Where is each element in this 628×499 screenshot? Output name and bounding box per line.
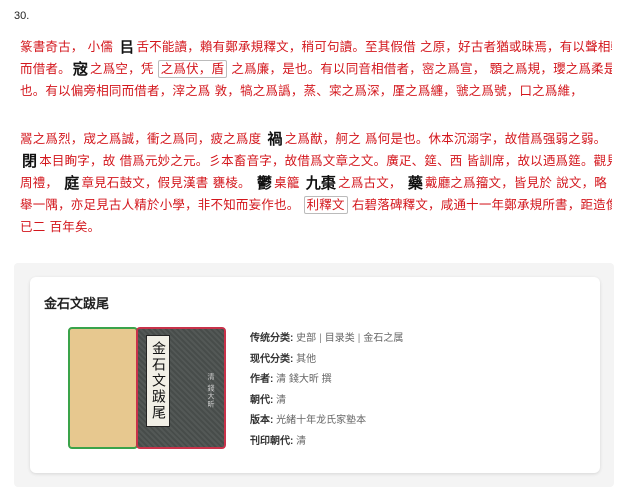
passage-line: 翯之爲烈，宬之爲誠，衝之爲同，疲之爲度 禍之爲猷，舸之 爲何是也。休本沉溺字，故…: [20, 128, 612, 150]
passage-line: 舉一隅，亦足見古人精於小學，非不知而妄作也。 利釋文 右碧落碑釋文，咸通十一年鄭…: [20, 194, 612, 216]
question-number: 30.: [14, 10, 30, 22]
text-run: 之爲廉，是也。有以同音相借者，宻之爲宣， 顋之爲規，瓔之爲柔是: [227, 61, 612, 76]
ancient-glyph: 閉: [22, 152, 38, 170]
passage-paragraph-1: 篆書奇古， 小儒 㠯舌不能讀，賴有鄭承規釋文，稍可句讀。至其假借 之原，好古者猶…: [20, 36, 612, 102]
meta-link[interactable]: 其他: [296, 354, 316, 365]
meta-row-dynasty: 朝代: 清: [250, 391, 403, 412]
passage-line: 篆書奇古， 小儒 㠯舌不能讀，賴有鄭承規釋文，稍可句讀。至其假借 之原，好古者猶…: [20, 36, 612, 58]
ancient-glyph: 庭: [64, 174, 80, 192]
cover-author-text: 清 錢大昕: [207, 373, 215, 409]
book-cover-front[interactable]: 金石文跋尾 清 錢大昕: [136, 327, 226, 449]
meta-key: 刊印朝代:: [250, 435, 294, 447]
meta-key: 朝代:: [250, 394, 274, 406]
ancient-glyph: 九棗: [305, 174, 337, 192]
meta-row-modern-category: 现代分类: 其他: [250, 350, 403, 371]
meta-value: 清: [276, 394, 287, 406]
passage-line: 已二 百年矣。: [20, 219, 101, 234]
meta-link[interactable]: 金石之属: [363, 333, 403, 344]
text-run: 桌籠: [274, 175, 304, 190]
meta-value: 光緒十年龙氏家塾本: [276, 415, 367, 426]
meta-key: 传统分类:: [250, 333, 294, 344]
passage-line: 也。有以偏旁相同而借者，滓之爲 敦，犒之爲譌，蒸、寀之爲深，厪之爲纏，虢之爲號，…: [20, 83, 583, 98]
meta-link[interactable]: 清 錢大昕 撰: [276, 374, 332, 385]
text-run: 章見石鼓文，假見漢書 甕棱。: [81, 175, 255, 190]
passage-paragraph-2: 翯之爲烈，宬之爲誠，衝之爲同，疲之爲度 禍之爲猷，舸之 爲何是也。休本沉溺字，故…: [20, 128, 612, 238]
ancient-glyph: 藥: [407, 174, 424, 192]
separator: |: [319, 333, 322, 344]
meta-row-author: 作者: 清 錢大昕 撰: [250, 370, 403, 391]
book-info-card: 金石文跋尾 金石文跋尾 清 錢大昕 传统分类: 史部 | 目录类 | 金石之属 现代分类…: [30, 277, 600, 473]
book-metadata: 传统分类: 史部 | 目录类 | 金石之属 现代分类: 其他 作者: 清 錢大昕 撰 朝…: [250, 329, 403, 452]
text-run: 本目眴字，故 借爲元妙之元。彡本畜音字，故借爲文章之文。廣疋、筵、西 皆訓席，故…: [39, 153, 612, 168]
meta-link[interactable]: 目录类: [325, 333, 355, 344]
text-run: 右碧落碑釋文，咸通十一年鄭承規所書，距造像時: [347, 197, 612, 212]
ancient-glyph: 宼: [72, 60, 89, 78]
ancient-glyph: 㠯: [119, 38, 135, 56]
text-run: 之爲猷，舸之 爲何是也。休本沉溺字，故借爲强弱之弱。: [284, 131, 607, 146]
passage-line: 周禮， 庭章見石鼓文，假見漢書 甕棱。 鬱桌籠 九棗 之爲古文， 藥戴廳之爲籀文，…: [20, 172, 612, 194]
text-run: 篆書奇古， 小儒: [20, 39, 118, 54]
text-run: 翯之爲烈，宬之爲誠，衝之爲同，疲之爲度: [20, 131, 266, 146]
text-run: 周禮，: [20, 175, 63, 190]
passage-line: 閉本目眴字，故 借爲元妙之元。彡本畜音字，故借爲文章之文。廣疋、筵、西 皆訓席，…: [20, 150, 612, 172]
meta-value: 清: [296, 435, 307, 447]
cover-title-label: 金石文跋尾: [146, 335, 170, 427]
meta-row-traditional-category: 传统分类: 史部 | 目录类 | 金石之属: [250, 329, 403, 350]
text-run: 舌不能讀，賴有鄭承規釋文，稍可句讀。至其假借 之原，好古者猶或昧焉，有以聲相轉: [136, 39, 612, 54]
text-run: 舉一隅，亦足見古人精於小學，非不知而妄作也。: [20, 197, 304, 212]
highlighted-text: 利釋文: [303, 196, 348, 214]
book-title[interactable]: 金石文跋尾: [44, 293, 109, 312]
meta-link[interactable]: 史部: [296, 333, 316, 344]
meta-row-edition: 版本: 光緒十年龙氏家塾本: [250, 411, 403, 432]
text-run: 戴廳之爲籀文，皆見於 說文，略: [425, 175, 607, 190]
meta-key: 版本:: [250, 415, 274, 426]
passage-line: 而借者。宼之爲空，凭 之爲伏，盾 之爲廉，是也。有以同音相借者，宻之爲宣， 顋之…: [20, 58, 612, 80]
book-info-card-wrapper: 金石文跋尾 金石文跋尾 清 錢大昕 传统分类: 史部 | 目录类 | 金石之属 现代分类…: [14, 263, 614, 487]
text-run: 之爲古文，: [338, 175, 406, 190]
book-cover-back[interactable]: [68, 327, 138, 449]
ancient-glyph: 禍: [267, 130, 283, 148]
text-run: 而借者。: [20, 61, 71, 76]
meta-row-print-dynasty: 刊印朝代: 清: [250, 432, 403, 453]
meta-key: 现代分类:: [250, 353, 294, 365]
meta-key: 作者:: [250, 374, 274, 385]
ancient-glyph: 鬱: [256, 174, 273, 192]
text-run: 之爲空，凭: [90, 61, 158, 76]
highlighted-text: 之爲伏，盾: [157, 60, 228, 78]
separator: |: [357, 333, 361, 344]
